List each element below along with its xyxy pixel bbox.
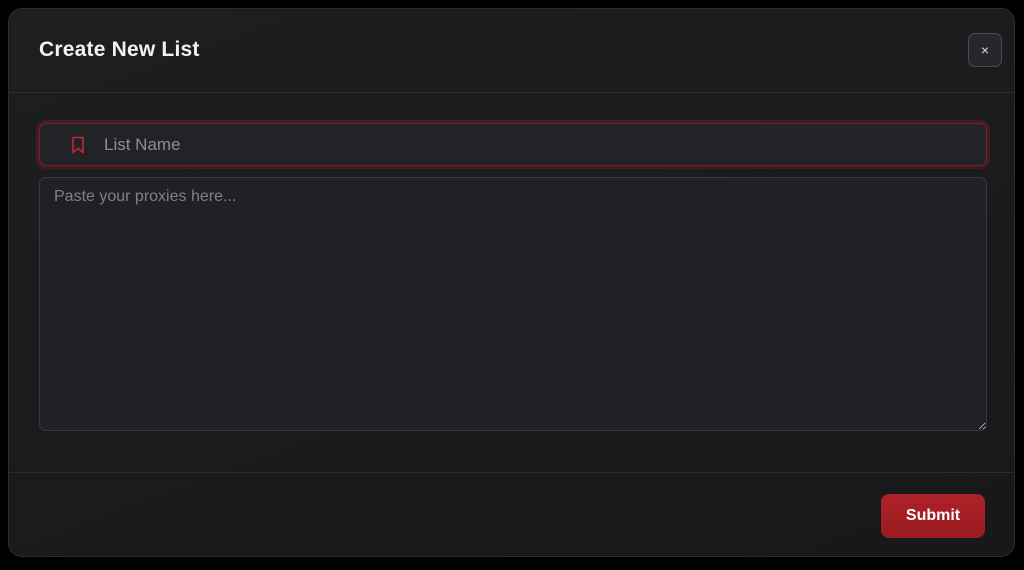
proxies-textarea[interactable]: [39, 177, 987, 431]
close-icon: ×: [980, 42, 990, 58]
create-list-dialog: Create New List × Submit: [8, 8, 1015, 557]
list-name-input[interactable]: [104, 124, 974, 165]
dialog-header: Create New List ×: [9, 9, 1014, 93]
close-button[interactable]: ×: [968, 33, 1002, 67]
dialog-footer: Submit: [9, 472, 1014, 556]
dialog-title: Create New List: [39, 38, 200, 61]
submit-button[interactable]: Submit: [881, 494, 985, 538]
bookmark-icon: [72, 136, 84, 154]
list-name-field[interactable]: [39, 123, 987, 166]
